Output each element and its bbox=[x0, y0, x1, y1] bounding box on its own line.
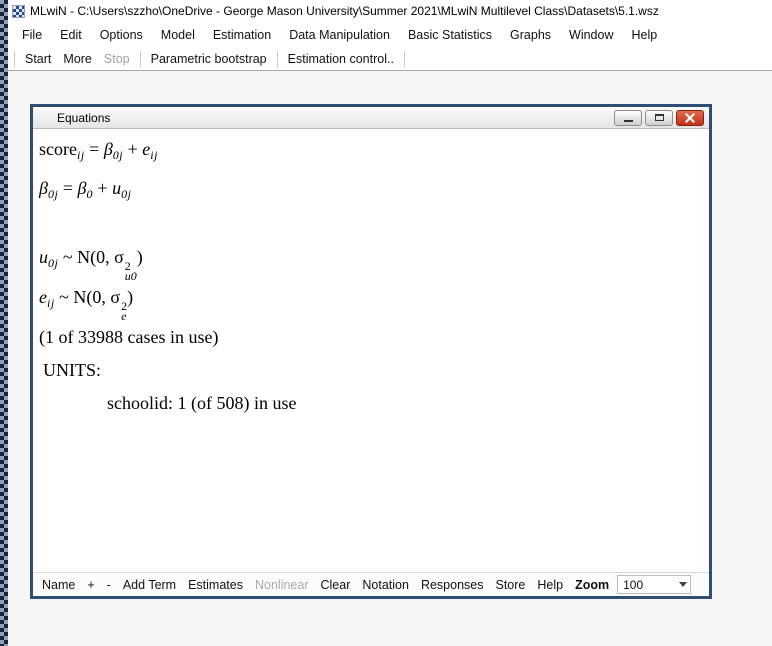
close-button[interactable] bbox=[676, 110, 704, 126]
minimize-icon bbox=[624, 120, 633, 122]
menu-item-file[interactable]: File bbox=[13, 22, 51, 47]
responses-button[interactable]: Responses bbox=[415, 578, 490, 592]
estimation-control-button[interactable]: Estimation control.. bbox=[282, 52, 400, 66]
variance-e-line[interactable]: eij ~ N(0, σ2e) bbox=[39, 281, 701, 321]
minimize-button[interactable] bbox=[614, 110, 642, 126]
zoom-dropdown-arrow[interactable] bbox=[676, 582, 690, 587]
nonlinear-button[interactable]: Nonlinear bbox=[249, 578, 315, 592]
menu-item-help[interactable]: Help bbox=[623, 22, 667, 47]
start-button[interactable]: Start bbox=[19, 52, 57, 66]
toolbar: Start More Stop Parametric bootstrap Est… bbox=[8, 47, 772, 71]
equations-bottom-toolbar: Name + - Add Term Estimates Nonlinear Cl… bbox=[33, 572, 709, 596]
more-button[interactable]: More bbox=[57, 52, 97, 66]
units-label: UNITS: bbox=[39, 354, 701, 387]
equation-response-line[interactable]: scoreij = β0j + eij bbox=[39, 133, 701, 172]
menu-item-data-manipulation[interactable]: Data Manipulation bbox=[280, 22, 399, 47]
estimates-button[interactable]: Estimates bbox=[182, 578, 249, 592]
desktop-background-strip bbox=[0, 0, 8, 646]
close-icon bbox=[685, 113, 695, 123]
parametric-bootstrap-button[interactable]: Parametric bootstrap bbox=[145, 52, 273, 66]
window-controls bbox=[614, 110, 704, 126]
toolbar-separator bbox=[140, 51, 141, 67]
stop-button[interactable]: Stop bbox=[98, 52, 136, 66]
menu-item-basic-statistics[interactable]: Basic Statistics bbox=[399, 22, 501, 47]
mlwin-app-icon bbox=[12, 5, 25, 18]
mlwin-main-window: MLwiN - C:\Users\szzho\OneDrive - George… bbox=[8, 0, 772, 646]
screen: MLwiN - C:\Users\szzho\OneDrive - George… bbox=[0, 0, 772, 646]
toolbar-separator bbox=[14, 51, 15, 67]
equations-window: Equations scoreij = β0j + eij β0j = β0 +… bbox=[30, 104, 712, 599]
equations-window-title: Equations bbox=[57, 111, 110, 125]
zoom-value: 100 bbox=[618, 578, 676, 592]
clear-button[interactable]: Clear bbox=[315, 578, 357, 592]
app-titlebar[interactable]: MLwiN - C:\Users\szzho\OneDrive - George… bbox=[8, 0, 772, 22]
help-button[interactable]: Help bbox=[531, 578, 569, 592]
menu-item-options[interactable]: Options bbox=[91, 22, 152, 47]
add-term-button[interactable]: Add Term bbox=[117, 578, 182, 592]
mdi-client-area: Equations scoreij = β0j + eij β0j = β0 +… bbox=[8, 71, 772, 646]
menu-item-edit[interactable]: Edit bbox=[51, 22, 91, 47]
notation-button[interactable]: Notation bbox=[356, 578, 415, 592]
name-button[interactable]: Name bbox=[36, 578, 81, 592]
minus-button[interactable]: - bbox=[101, 578, 117, 592]
zoom-button[interactable]: Zoom bbox=[569, 578, 615, 592]
chevron-down-icon bbox=[679, 582, 687, 587]
toolbar-separator bbox=[277, 51, 278, 67]
variance-u-line[interactable]: u0j ~ N(0, σ2u0) bbox=[39, 241, 701, 281]
equations-titlebar[interactable]: Equations bbox=[33, 107, 709, 129]
menu-item-estimation[interactable]: Estimation bbox=[204, 22, 280, 47]
restore-button[interactable] bbox=[645, 110, 673, 126]
app-title: MLwiN - C:\Users\szzho\OneDrive - George… bbox=[30, 4, 659, 18]
menu-item-graphs[interactable]: Graphs bbox=[501, 22, 560, 47]
equation-level2-line[interactable]: β0j = β0 + u0j bbox=[39, 172, 701, 211]
zoom-combobox[interactable]: 100 bbox=[617, 575, 691, 594]
store-button[interactable]: Store bbox=[489, 578, 531, 592]
equations-content: scoreij = β0j + eij β0j = β0 + u0j u0j ~… bbox=[33, 129, 709, 572]
toolbar-separator bbox=[404, 51, 405, 67]
menu-item-window[interactable]: Window bbox=[560, 22, 622, 47]
units-schoolid-line: schoolid: 1 (of 508) in use bbox=[39, 387, 701, 420]
plus-button[interactable]: + bbox=[81, 578, 100, 592]
restore-icon bbox=[655, 114, 664, 121]
menu-item-model[interactable]: Model bbox=[152, 22, 204, 47]
menubar: File Edit Options Model Estimation Data … bbox=[8, 22, 772, 47]
cases-in-use-line: (1 of 33988 cases in use) bbox=[39, 321, 701, 354]
